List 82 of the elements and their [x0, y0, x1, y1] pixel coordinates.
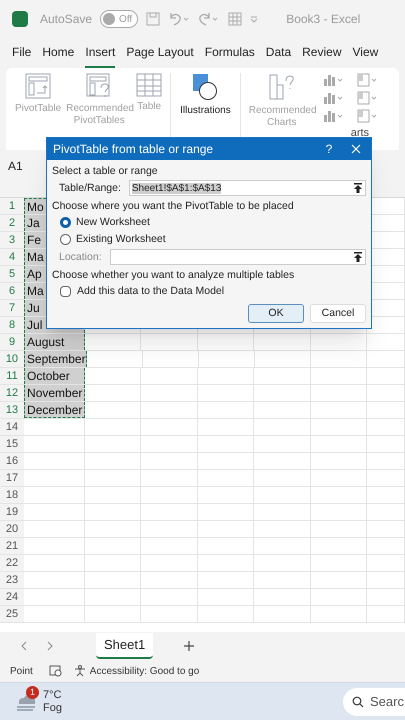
- ribbon-tab[interactable]: File: [12, 43, 32, 68]
- ribbon-tab[interactable]: Data: [266, 43, 292, 68]
- row-header: 11: [0, 368, 24, 384]
- table-cell: November: [24, 385, 85, 401]
- table-cell: December: [24, 402, 85, 418]
- row-header: 24: [0, 589, 24, 605]
- row-header: 18: [0, 487, 24, 503]
- search-field[interactable]: Searc: [343, 688, 405, 716]
- row-header: 2: [0, 215, 24, 231]
- customize-dropdown-icon[interactable]: [250, 15, 258, 23]
- row-header: 19: [0, 504, 24, 520]
- collapse-dialog-icon[interactable]: [353, 182, 363, 194]
- table-cell: October: [24, 368, 85, 384]
- excel-logo-icon: [12, 11, 28, 27]
- redo-icon[interactable]: [198, 12, 220, 26]
- dialog-button[interactable]: Cancel: [310, 304, 366, 323]
- row-header: 21: [0, 538, 24, 554]
- row-header: 15: [0, 436, 24, 452]
- dialog-title: PivotTable from table or range: [53, 142, 214, 156]
- weather-condition: Fog: [43, 702, 62, 714]
- chart-type-icon[interactable]: [356, 73, 379, 87]
- row-header: 25: [0, 606, 24, 622]
- row-header: 8: [0, 317, 24, 333]
- row-header: 20: [0, 521, 24, 537]
- group-label: arts: [350, 127, 370, 139]
- ribbon-tab[interactable]: Home: [42, 43, 74, 68]
- scroll-left-icon[interactable]: [20, 641, 28, 651]
- row-header: 23: [0, 572, 24, 588]
- notification-badge: 1: [26, 686, 39, 698]
- chart-type-icon[interactable]: [322, 91, 345, 105]
- section-label: Select a table or range: [52, 165, 159, 178]
- scroll-right-icon[interactable]: [46, 641, 54, 651]
- macro-record-icon[interactable]: [48, 665, 62, 677]
- row-header: 1: [0, 198, 24, 214]
- row-header: 12: [0, 385, 24, 401]
- autosave-label: AutoSave: [40, 11, 92, 28]
- search-icon: [352, 696, 364, 708]
- chart-type-icon[interactable]: [356, 109, 379, 123]
- ribbon-tab[interactable]: View: [352, 43, 378, 68]
- table-cell: September: [24, 351, 87, 367]
- chart-type-icon[interactable]: [356, 91, 379, 105]
- chart-question-icon: [268, 73, 296, 101]
- table-grid-icon[interactable]: [228, 12, 242, 26]
- chart-type-icon[interactable]: [322, 73, 345, 87]
- row-header: 17: [0, 470, 24, 486]
- row-header: 14: [0, 419, 24, 435]
- row-header: 6: [0, 283, 24, 299]
- row-header: 3: [0, 232, 24, 248]
- add-sheet-icon[interactable]: [183, 640, 196, 652]
- table-cell: August: [24, 334, 85, 350]
- row-header: 10: [0, 351, 24, 367]
- name-box[interactable]: A1: [8, 157, 23, 175]
- row-header: 22: [0, 555, 24, 571]
- row-header: 9: [0, 334, 24, 350]
- close-icon[interactable]: [351, 144, 361, 154]
- table-icon: [136, 73, 162, 97]
- pivot-table-icon: [25, 73, 52, 99]
- range-field[interactable]: Sheet1!$A$1:$A$13: [128, 180, 366, 196]
- shapes-icon: [192, 73, 218, 101]
- weather-temperature: 7°C: [43, 688, 62, 702]
- save-icon[interactable]: [146, 12, 160, 26]
- row-header: 16: [0, 453, 24, 469]
- ribbon-tab[interactable]: Formulas: [204, 43, 255, 68]
- accessibility-status[interactable]: Accessibility: Good to go: [90, 664, 200, 678]
- row-header: 4: [0, 249, 24, 265]
- field-label: Table/Range:: [59, 182, 121, 194]
- sheet-tab[interactable]: Sheet1: [96, 633, 154, 659]
- location-field[interactable]: [110, 249, 366, 265]
- status-mode: Point: [10, 664, 33, 678]
- row-header: 13: [0, 402, 24, 418]
- row-header: 5: [0, 266, 24, 282]
- dialog-button[interactable]: OK: [248, 304, 304, 323]
- chart-type-icon[interactable]: [322, 109, 345, 123]
- accessibility-icon[interactable]: [74, 665, 88, 677]
- pivot-table-question-icon: [86, 73, 112, 99]
- collapse-dialog-icon[interactable]: [353, 252, 363, 262]
- row-header: 7: [0, 300, 24, 316]
- window-title: Book3 - Excel: [286, 11, 360, 28]
- ribbon-tab[interactable]: Review: [302, 43, 342, 68]
- ribbon-tab[interactable]: Page Layout: [126, 43, 194, 68]
- undo-icon[interactable]: [168, 12, 190, 26]
- help-button[interactable]: ?: [319, 142, 339, 156]
